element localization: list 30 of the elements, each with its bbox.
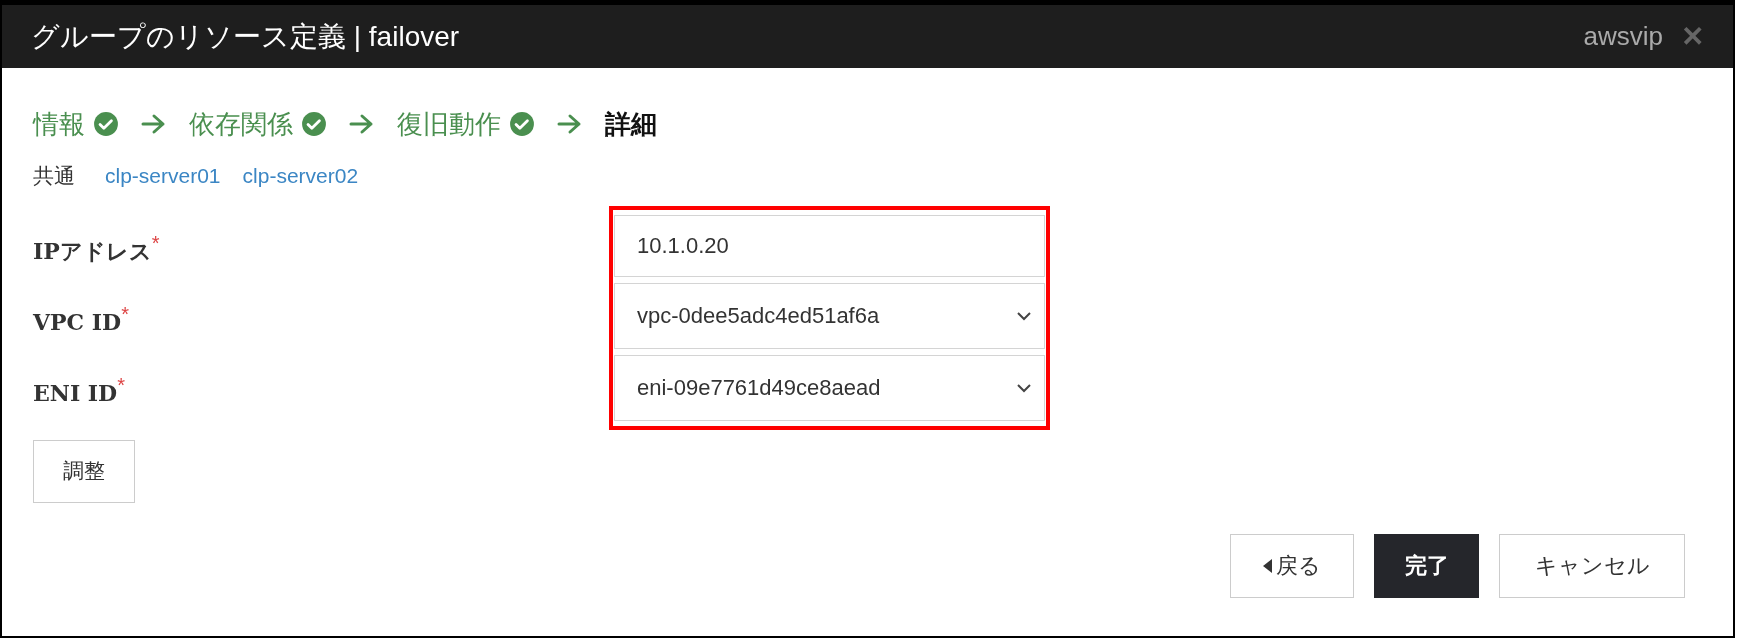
wizard-step[interactable]: 依存関係 — [189, 104, 293, 144]
field-label: IPアドレス — [33, 236, 152, 266]
server-tab[interactable]: clp-server01 — [105, 160, 221, 192]
dropdown-value: vpc-0dee5adc4ed51af6a — [637, 302, 880, 330]
window-title: グループのリソース定義 | failover — [31, 19, 460, 54]
wizard-step: 詳細 — [605, 104, 657, 144]
field-label: VPC ID — [33, 307, 122, 337]
required-mark: * — [117, 372, 125, 398]
dropdown-field[interactable]: vpc-0dee5adc4ed51af6a — [614, 282, 1045, 349]
finish-button[interactable]: 完了 — [1374, 533, 1479, 598]
dropdown-field[interactable]: eni-09e7761d49ce8aead — [614, 354, 1045, 421]
field-label: ENI ID — [33, 378, 118, 408]
chevron-down-icon — [1016, 382, 1032, 393]
arrow-right-icon — [557, 113, 583, 135]
server-tab[interactable]: 共通 — [33, 160, 75, 192]
required-mark: * — [121, 301, 129, 327]
input-field[interactable]: 10.1.0.20 — [614, 214, 1045, 277]
resource-name: awsvip — [1583, 20, 1663, 53]
wizard-step[interactable]: 情報 — [33, 104, 85, 144]
required-mark: * — [151, 230, 160, 256]
arrow-right-icon — [349, 113, 375, 135]
back-button[interactable]: 戻る — [1230, 533, 1354, 598]
caret-left-icon — [1263, 558, 1272, 573]
wizard-step[interactable]: 復旧動作 — [397, 104, 501, 144]
arrow-right-icon — [141, 113, 167, 135]
dropdown-value: eni-09e7761d49ce8aead — [637, 374, 881, 402]
adjust-button[interactable]: 調整 — [33, 439, 135, 503]
cancel-button[interactable]: キャンセル — [1499, 533, 1685, 598]
chevron-down-icon — [1016, 310, 1032, 321]
server-tab[interactable]: clp-server02 — [242, 160, 359, 192]
